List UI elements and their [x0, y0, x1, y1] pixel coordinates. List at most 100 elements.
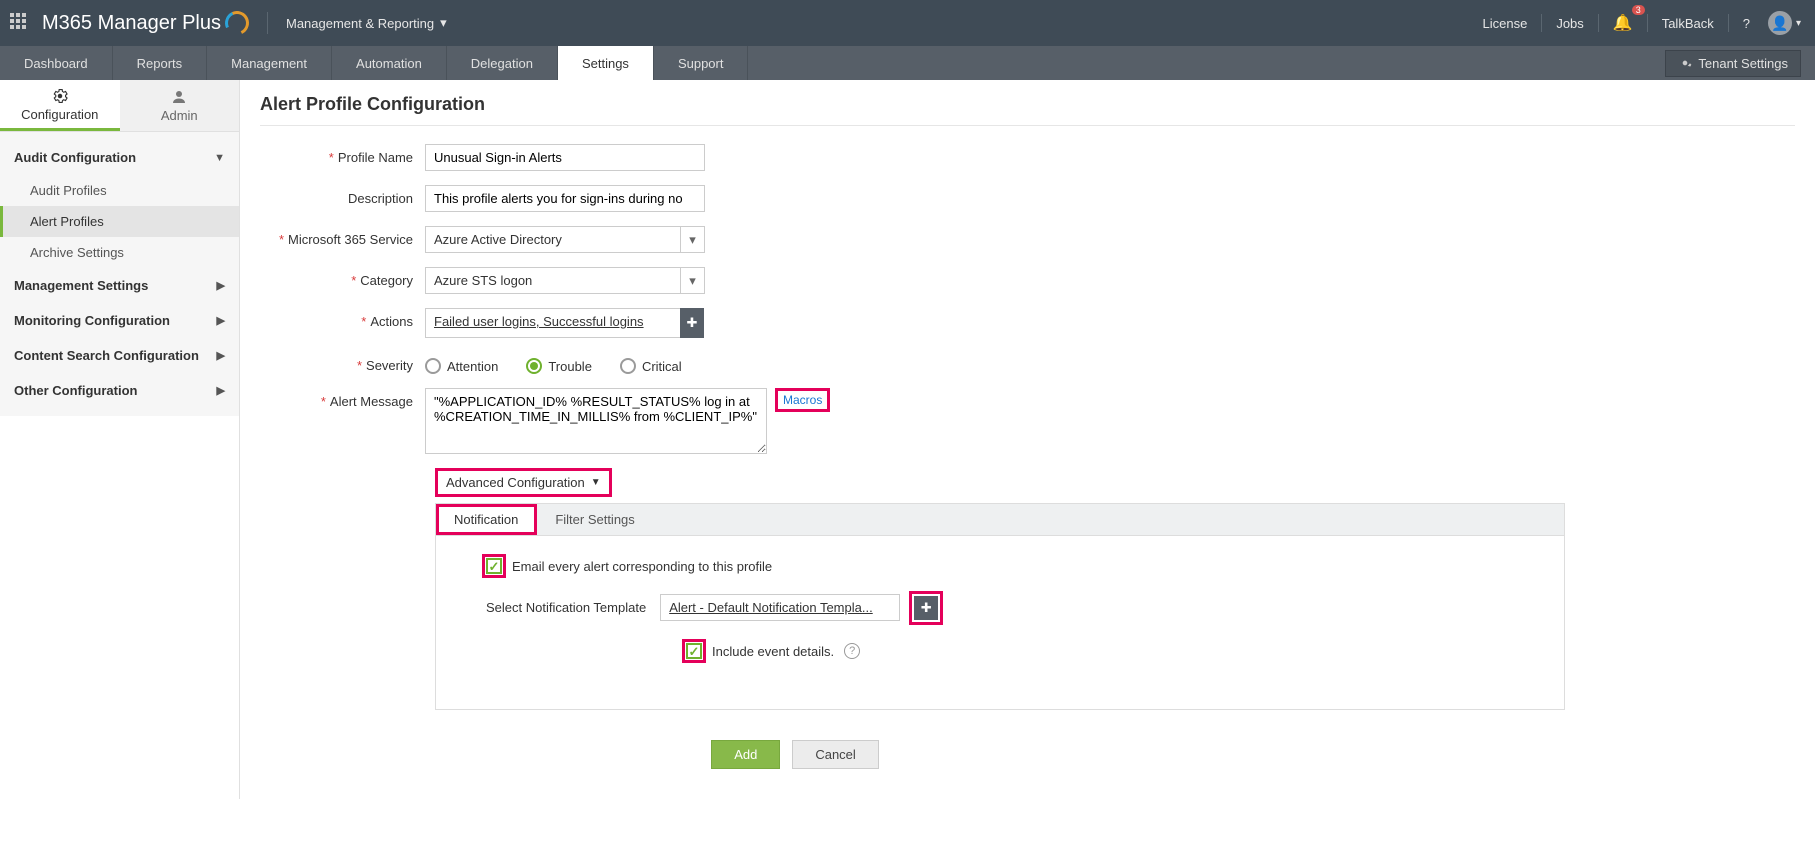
tab-automation[interactable]: Automation	[332, 46, 447, 80]
row-actions: *Actions Failed user logins, Successful …	[260, 308, 1795, 338]
brand-logo: M365 Manager Plus	[42, 11, 249, 35]
sideitem-alert-profiles[interactable]: Alert Profiles	[0, 206, 239, 237]
row-include-event: Include event details. ?	[686, 643, 1534, 659]
topbar-right: License Jobs 🔔 3 TalkBack ? 👤 ▾	[1479, 9, 1806, 37]
category-value: Azure STS logon	[426, 268, 680, 293]
left-column: Configuration Admin Audit Configuration …	[0, 80, 240, 799]
notification-template-select[interactable]: Alert - Default Notification Templa...	[660, 594, 900, 621]
adv-tab-filter-settings[interactable]: Filter Settings	[537, 504, 652, 535]
license-link[interactable]: License	[1479, 14, 1532, 33]
radio-icon	[425, 358, 441, 374]
bell-icon: 🔔	[1613, 15, 1633, 32]
row-category: *Category Azure STS logon ▾	[260, 267, 1795, 294]
adv-tab-notification[interactable]: Notification	[436, 504, 537, 535]
tab-management[interactable]: Management	[207, 46, 332, 80]
include-event-checkbox[interactable]	[686, 643, 702, 659]
chevron-down-icon[interactable]: ▾	[680, 268, 704, 293]
module-name: Management & Reporting	[286, 16, 434, 31]
label-profile-name: *Profile Name	[260, 144, 425, 165]
add-actions-button[interactable]: ✚	[680, 308, 704, 338]
severity-critical-radio[interactable]: Critical	[620, 358, 682, 374]
service-value: Azure Active Directory	[426, 227, 680, 252]
row-alert-message: *Alert Message Macros	[260, 388, 1795, 454]
brand-text: M365 Manager Plus	[42, 12, 221, 35]
row-email-every: Email every alert corresponding to this …	[486, 558, 1534, 574]
sidegroup-label: Audit Configuration	[14, 150, 136, 165]
severity-attention-radio[interactable]: Attention	[425, 358, 498, 374]
chevron-down-icon[interactable]: ▾	[680, 227, 704, 252]
talkback-link[interactable]: TalkBack	[1658, 14, 1718, 33]
label-alert-message: *Alert Message	[260, 388, 425, 409]
alert-message-textarea[interactable]	[425, 388, 767, 454]
tab-settings[interactable]: Settings	[558, 46, 654, 80]
add-template-button[interactable]: ✚	[914, 596, 938, 620]
category-select[interactable]: Azure STS logon ▾	[425, 267, 705, 294]
sideitem-archive-settings[interactable]: Archive Settings	[0, 237, 239, 268]
sidegroup-label: Other Configuration	[14, 383, 138, 398]
user-menu[interactable]: 👤 ▾	[1764, 9, 1805, 37]
subtab-configuration[interactable]: Configuration	[0, 80, 120, 131]
email-every-checkbox[interactable]	[486, 558, 502, 574]
sideitem-audit-profiles[interactable]: Audit Profiles	[0, 175, 239, 206]
notification-badge: 3	[1632, 5, 1645, 15]
divider	[1598, 14, 1599, 32]
radio-icon	[620, 358, 636, 374]
sidegroup-label: Monitoring Configuration	[14, 313, 170, 328]
apps-grid-icon[interactable]	[10, 13, 30, 33]
main-nav: Dashboard Reports Management Automation …	[0, 46, 1815, 80]
service-select[interactable]: Azure Active Directory ▾	[425, 226, 705, 253]
notifications-button[interactable]: 🔔 3	[1609, 11, 1637, 35]
tab-delegation[interactable]: Delegation	[447, 46, 558, 80]
add-button[interactable]: Add	[711, 740, 780, 769]
label-severity: *Severity	[260, 352, 425, 373]
chevron-right-icon: ▶	[217, 314, 225, 327]
severity-trouble-radio[interactable]: Trouble	[526, 358, 592, 374]
sidegroup-label: Management Settings	[14, 278, 148, 293]
description-input[interactable]	[425, 185, 705, 212]
actions-selected[interactable]: Failed user logins, Successful logins	[425, 308, 681, 338]
sidegroup-audit-configuration[interactable]: Audit Configuration ▼	[0, 140, 239, 175]
topbar: M365 Manager Plus Management & Reporting…	[0, 0, 1815, 46]
jobs-link[interactable]: Jobs	[1552, 14, 1587, 33]
user-icon	[170, 88, 188, 106]
advanced-tabs: Notification Filter Settings	[435, 503, 1565, 536]
sidegroup-content-search-configuration[interactable]: Content Search Configuration ▶	[0, 338, 239, 373]
label-service: *Microsoft 365 Service	[260, 226, 425, 247]
chevron-right-icon: ▶	[217, 279, 225, 292]
chevron-down-icon: ▾	[1796, 18, 1801, 29]
sidegroup-management-settings[interactable]: Management Settings ▶	[0, 268, 239, 303]
tab-reports[interactable]: Reports	[113, 46, 208, 80]
footer-buttons: Add Cancel	[435, 740, 1155, 769]
sidegroup-monitoring-configuration[interactable]: Monitoring Configuration ▶	[0, 303, 239, 338]
tenant-settings-button[interactable]: Tenant Settings	[1665, 50, 1801, 77]
user-icon: 👤	[1768, 11, 1792, 35]
row-profile-name: *Profile Name	[260, 144, 1795, 171]
gear-icon	[51, 87, 69, 105]
macros-link[interactable]: Macros	[775, 388, 830, 412]
help-button[interactable]: ?	[1739, 14, 1754, 33]
chevron-right-icon: ▶	[217, 349, 225, 362]
module-switcher[interactable]: Management & Reporting ▾	[286, 15, 447, 31]
chevron-down-icon: ▾	[440, 15, 447, 31]
tab-dashboard[interactable]: Dashboard	[0, 46, 113, 80]
row-notification-template: Select Notification Template Alert - Def…	[486, 594, 1534, 621]
advanced-configuration-toggle[interactable]: Advanced Configuration ▼	[435, 468, 612, 497]
profile-name-input[interactable]	[425, 144, 705, 171]
page-title: Alert Profile Configuration	[260, 94, 1795, 126]
chevron-down-icon: ▼	[214, 152, 225, 164]
tab-support[interactable]: Support	[654, 46, 749, 80]
row-service: *Microsoft 365 Service Azure Active Dire…	[260, 226, 1795, 253]
sidegroup-other-configuration[interactable]: Other Configuration ▶	[0, 373, 239, 408]
subtab-admin[interactable]: Admin	[120, 80, 240, 131]
subtab-label: Configuration	[21, 107, 98, 122]
chevron-right-icon: ▶	[217, 384, 225, 397]
label-notification-template: Select Notification Template	[486, 600, 646, 615]
row-description: Description	[260, 185, 1795, 212]
row-severity: *Severity Attention Trouble Critical	[260, 352, 1795, 374]
divider	[267, 12, 268, 34]
cancel-button[interactable]: Cancel	[792, 740, 878, 769]
sidegroup-label: Content Search Configuration	[14, 348, 199, 363]
help-icon[interactable]: ?	[844, 643, 860, 659]
divider	[1541, 14, 1542, 32]
chevron-down-icon: ▼	[591, 477, 601, 488]
